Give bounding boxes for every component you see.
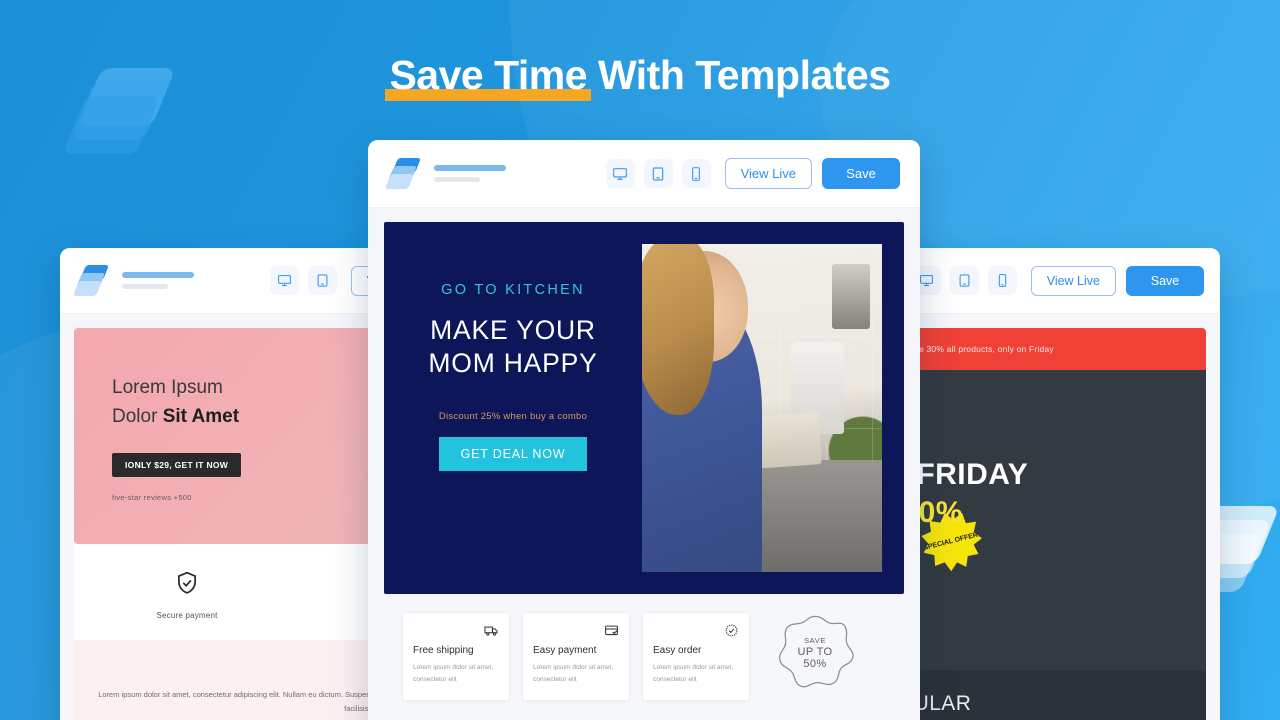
editor-toolbar-main: View Live Save: [368, 140, 920, 208]
left-hero-title-line2: Dolor: [112, 405, 163, 427]
person-hair: [642, 244, 714, 415]
feature-card-title: Easy order: [653, 645, 702, 656]
feature-card-title: Free shipping: [413, 645, 474, 656]
headline-text: Save Time With Templates: [385, 52, 891, 101]
main-hero-title-line2: MOM HAPPY: [428, 348, 598, 379]
left-feature-label: Secure payment: [156, 611, 218, 620]
truck-icon: [413, 623, 499, 641]
main-hero-copy: GO TO KITCHEN MAKE YOUR MOM HAPPY Discou…: [384, 222, 642, 594]
feature-card-body: Lorem ipsum dolor sit amet, consectetur …: [653, 664, 734, 684]
save-button[interactable]: Save: [822, 158, 900, 189]
save-up-to-badge: SAVE UP TO 50%: [776, 614, 854, 692]
woman-in-kitchen-photo: [642, 244, 882, 572]
device-switcher-main[interactable]: [605, 159, 711, 188]
card-actions-right[interactable]: View Live Save: [1030, 265, 1204, 296]
view-live-button[interactable]: View Live: [724, 158, 812, 189]
tablet-icon[interactable]: [949, 266, 979, 295]
layers-logo-icon: [72, 264, 110, 298]
feature-card: Easy payment Lorem ipsum dolor sit amet,…: [522, 612, 630, 702]
feature-card-title: Easy payment: [533, 645, 597, 656]
main-hero-title-line1: MAKE YOUR: [430, 315, 596, 345]
kitchen-jar: [831, 263, 870, 330]
poster-canvas: Save Time With Templates View Live Save: [0, 0, 1280, 720]
editor-canvas-main: GO TO KITCHEN MAKE YOUR MOM HAPPY Discou…: [368, 208, 920, 720]
credit-card-check-icon: [533, 623, 619, 641]
main-hero-section: GO TO KITCHEN MAKE YOUR MOM HAPPY Discou…: [384, 222, 904, 594]
mobile-icon[interactable]: [681, 159, 711, 188]
main-feature-row: Free shipping Lorem ipsum dolor sit amet…: [384, 594, 904, 702]
title-placeholder: [434, 165, 506, 182]
mobile-icon[interactable]: [987, 266, 1017, 295]
layer-sheet: [62, 96, 160, 154]
save-button[interactable]: Save: [1126, 265, 1204, 296]
page-headline: Save Time With Templates: [0, 52, 1280, 101]
left-hero-title-bold: Sit Amet: [162, 405, 240, 427]
device-switcher-right[interactable]: [911, 266, 1017, 295]
title-placeholder: [122, 272, 194, 289]
device-switcher-left[interactable]: [269, 266, 337, 295]
shield-check-icon: [178, 571, 196, 594]
feature-card: Free shipping Lorem ipsum dolor sit amet…: [402, 612, 510, 702]
left-hero-cta-button[interactable]: IONLY $29, GET IT NOW: [112, 453, 242, 477]
headline-highlight: Save Time: [385, 52, 591, 101]
save-badge-line1: SAVE: [804, 636, 826, 645]
left-feature-item: Secure payment: [74, 570, 300, 620]
save-badge-text: SAVE UP TO 50%: [797, 636, 832, 670]
get-deal-now-button[interactable]: GET DEAL NOW: [438, 436, 588, 471]
left-hero-title-line1: Lorem Ipsum: [112, 377, 223, 398]
layers-logo-icon: [384, 157, 422, 191]
tablet-icon[interactable]: [643, 159, 673, 188]
main-hero-title: MAKE YOUR MOM HAPPY: [384, 314, 642, 381]
card-actions-main[interactable]: View Live Save: [724, 158, 900, 189]
desktop-icon[interactable]: [605, 159, 635, 188]
desktop-icon[interactable]: [269, 266, 299, 295]
main-hero-eyebrow: GO TO KITCHEN: [441, 282, 585, 298]
feature-card: Easy order Lorem ipsum dolor sit amet, c…: [642, 612, 750, 702]
special-offer-text: SPECIAL OFFER!: [922, 531, 981, 552]
save-badge-line3: 50%: [803, 658, 827, 670]
tablet-icon[interactable]: [307, 266, 337, 295]
feature-card-body: Lorem ipsum dolor sit amet, consectetur …: [533, 664, 614, 684]
headline-rest: With Templates: [587, 52, 891, 98]
save-badge-line2: UP TO: [797, 646, 833, 658]
feature-card-body: Lorem ipsum dolor sit amet, consectetur …: [413, 664, 494, 684]
main-hero-subtitle: Discount 25% when buy a combo: [438, 410, 588, 422]
view-live-button[interactable]: View Live: [1030, 265, 1116, 296]
template-card-main[interactable]: View Live Save GO TO KITCHEN MAKE YOUR M…: [368, 140, 920, 720]
check-badge-icon: [653, 623, 739, 641]
